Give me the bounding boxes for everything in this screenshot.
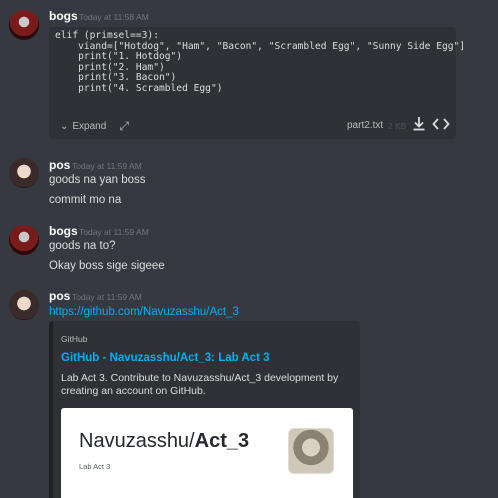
link-embed: GitHub GitHub - Navuzasshu/Act_3: Lab Ac… (49, 321, 360, 498)
author-name[interactable]: bogs (49, 9, 78, 23)
repo-subtitle: Lab Act 3 (79, 462, 111, 471)
message-bogs-1: bogs Today at 11:58 AM elif (primsel==3)… (0, 0, 498, 145)
author-name[interactable]: pos (49, 158, 70, 172)
code-preview: elif (primsel==3): viand=["Hotdog", "Ham… (55, 30, 466, 94)
attachment-filename[interactable]: part2.txt (347, 120, 383, 131)
message-bogs-2: bogs Today at 11:59 AM goods na to? Okay… (0, 215, 498, 275)
avatar[interactable] (9, 290, 39, 320)
repo-name: Act_3 (194, 430, 250, 452)
code-attachment: elif (primsel==3): viand=["Hotdog", "Ham… (49, 27, 465, 139)
embed-provider: GitHub (61, 334, 88, 344)
timestamp: Today at 11:59 AM (79, 227, 149, 237)
expand-arrows-icon[interactable]: ⤢ (119, 119, 129, 134)
repo-title: Navuzasshu/Act_3 (79, 430, 249, 453)
message-pos-1: pos Today at 11:59 AM goods na yan boss … (0, 150, 498, 210)
owner-avatar (288, 428, 334, 474)
avatar[interactable] (9, 225, 39, 255)
timestamp: Today at 11:58 AM (79, 12, 149, 22)
chevron-down-icon: ⌄ (60, 121, 69, 132)
embed-description: Lab Act 3. Contribute to Navuzasshu/Act_… (61, 372, 339, 397)
author-name[interactable]: bogs (49, 224, 78, 238)
avatar[interactable] (9, 158, 39, 188)
view-code-icon[interactable] (432, 116, 450, 132)
embed-title[interactable]: GitHub - Navuzasshu/Act_3: Lab Act 3 (61, 352, 270, 364)
repo-owner: Navuzasshu/ (79, 430, 195, 452)
timestamp: Today at 11:59 AM (72, 292, 142, 302)
expand-label: Expand (72, 121, 107, 132)
message-text: Okay boss sige sigeee (49, 260, 165, 272)
timestamp: Today at 11:59 AM (72, 161, 142, 171)
message-link[interactable]: https://github.com/Navuzasshu/Act_3 (49, 306, 239, 318)
attachment-filesize: 2 KB (388, 121, 407, 131)
message-text: goods na yan boss (49, 174, 146, 186)
avatar[interactable] (9, 10, 39, 40)
message-text: commit mo na (49, 194, 122, 206)
embed-image[interactable]: Navuzasshu/Act_3 Lab Act 3 (61, 408, 353, 498)
author-name[interactable]: pos (49, 289, 70, 303)
expand-button[interactable]: ⌄ Expand ⤢ (60, 119, 129, 134)
message-text: goods na to? (49, 240, 116, 252)
download-icon[interactable] (412, 116, 426, 132)
